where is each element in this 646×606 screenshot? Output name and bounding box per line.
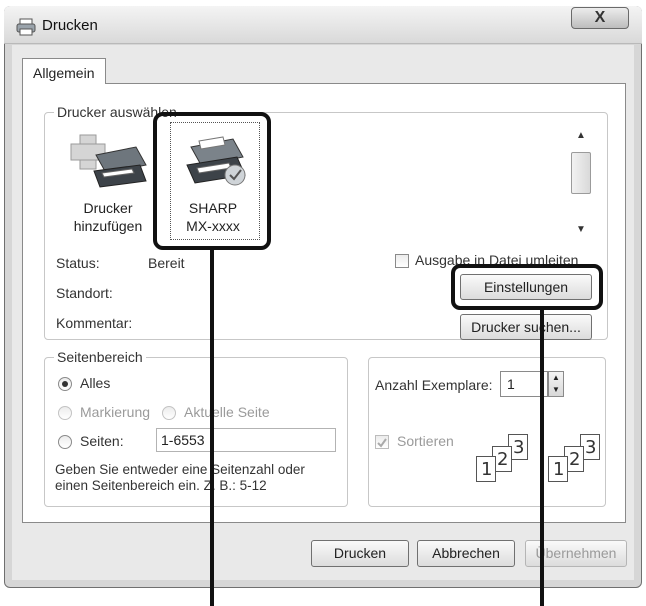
title-bar [4,6,642,44]
print-button[interactable]: Drucken [311,540,409,567]
range-hint-line2: einen Seitenbereich ein. Z. B.: 5-12 [55,478,267,493]
radio-pages-label: Seiten: [80,433,124,449]
window-title: Drucken [42,17,98,34]
radio-all-label: Alles [80,375,111,391]
settings-highlight-frame [451,264,603,310]
status-value: Bereit [148,255,185,271]
find-printer-button[interactable]: Drucker suchen... [460,314,592,340]
scroll-down-icon[interactable]: ▼ [571,222,591,238]
pages-input[interactable]: 1-6553 [156,428,336,452]
comment-label: Kommentar: [56,315,133,331]
radio-selection-label: Markierung [80,404,151,420]
spin-up-icon[interactable]: ▲ [552,373,560,382]
scroll-thumb[interactable] [571,152,591,194]
spin-down-icon[interactable]: ▼ [552,385,560,394]
copies-label: Anzahl Exemplare: [375,377,493,393]
page-digit: 3 [585,437,597,458]
location-label: Standort: [56,285,113,301]
page-digit: 2 [497,449,509,470]
close-button[interactable]: X [571,7,629,29]
page-digit: 2 [569,449,581,470]
collate-checkbox[interactable] [375,435,389,449]
printer-pointer-line [210,250,214,606]
printer-item-add[interactable]: Drucker hinzufügen [62,125,154,245]
copies-spinner[interactable]: ▲ ▼ [548,371,564,397]
collate-label: Sortieren [397,433,454,449]
tab-general[interactable]: Allgemein [22,58,106,84]
printer-item-add-line1: Drucker [83,200,133,216]
close-icon: X [594,9,606,26]
scroll-up-icon[interactable]: ▲ [571,128,591,144]
printer-highlight-frame [153,112,271,250]
page-digit: 3 [513,437,525,458]
cancel-button[interactable]: Abbrechen [417,540,515,567]
page-digit: 1 [481,459,493,480]
radio-selection[interactable] [58,406,72,420]
radio-all[interactable] [58,377,72,391]
checkmark-icon [377,438,387,448]
range-hint-line1: Geben Sie entweder eine Seitenzahl oder [55,462,305,477]
add-printer-icon [70,134,147,188]
radio-selected-dot [62,381,68,387]
printer-item-add-line2: hinzufügen [73,218,143,234]
printer-icon [16,18,36,36]
page-range-legend: Seitenbereich [54,349,146,365]
page-digit: 1 [553,459,565,480]
radio-current-page-label: Aktuelle Seite [184,404,270,420]
print-to-file-checkbox[interactable] [395,254,409,268]
radio-pages[interactable] [58,435,72,449]
radio-current-page[interactable] [162,406,176,420]
settings-pointer-line [540,310,544,606]
status-label: Status: [56,255,100,271]
